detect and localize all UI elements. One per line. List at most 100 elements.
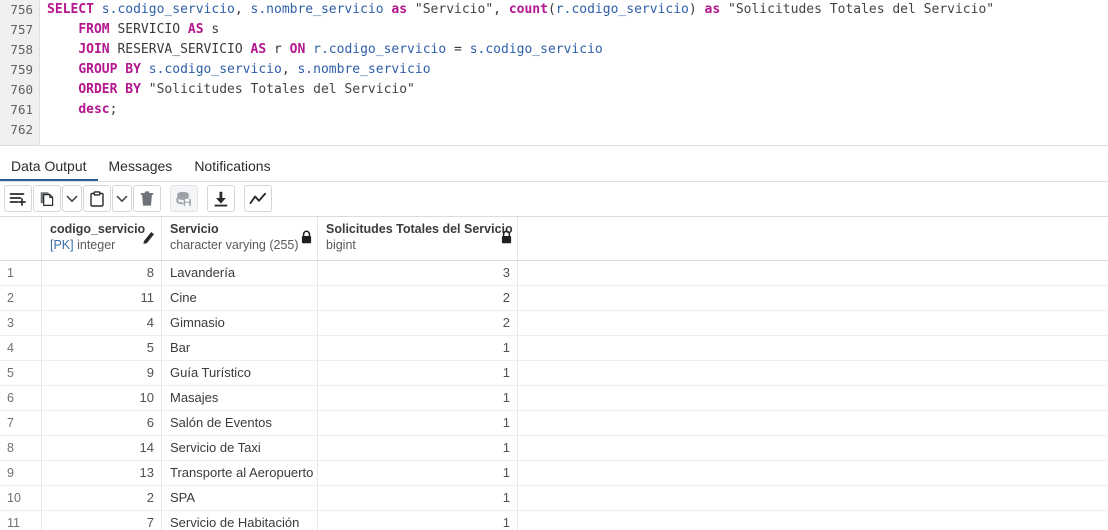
sql-token-kw: BY <box>125 82 141 97</box>
sql-token-kw: as <box>704 2 721 17</box>
cell-codigo-servicio[interactable]: 5 <box>42 336 162 360</box>
cell-solicitudes-totales[interactable]: 1 <box>318 411 518 435</box>
delete-row-button[interactable] <box>133 185 161 212</box>
line-number: 756 <box>10 2 33 17</box>
cell-solicitudes-totales[interactable]: 2 <box>318 311 518 335</box>
data-output-grid[interactable]: codigo_servicio [PK] integer Servicio chara… <box>0 217 1108 530</box>
table-row[interactable]: 7 6 Salón de Eventos 1 <box>0 411 1108 436</box>
cell-servicio[interactable]: Masajes <box>162 386 318 410</box>
sql-token-punc: ) <box>688 2 697 17</box>
table-row[interactable]: 3 4 Gimnasio 2 <box>0 311 1108 336</box>
cell-solicitudes-totales[interactable]: 1 <box>318 386 518 410</box>
copy-button[interactable] <box>33 185 61 212</box>
sql-token-plain <box>94 2 102 17</box>
sql-token-ident: s.nombre_servicio <box>297 62 431 77</box>
primary-key-marker: [PK] <box>50 238 78 252</box>
cell-solicitudes-totales[interactable]: 1 <box>318 336 518 360</box>
table-row[interactable]: 2 11 Cine 2 <box>0 286 1108 311</box>
column-type-text: character varying (255) <box>170 238 299 252</box>
cell-solicitudes-totales[interactable]: 1 <box>318 461 518 485</box>
panel-splitter[interactable] <box>0 145 1108 152</box>
sql-token-kw: ORDER <box>78 82 118 97</box>
sql-token-plain <box>407 2 415 17</box>
column-name: Servicio <box>170 222 219 236</box>
table-row[interactable]: 8 14 Servicio de Taxi 1 <box>0 436 1108 461</box>
cell-solicitudes-totales[interactable]: 1 <box>318 436 518 460</box>
table-row[interactable]: 6 10 Masajes 1 <box>0 386 1108 411</box>
grid-body[interactable]: 1 8 Lavandería 3 2 11 Cine 2 3 4 Gimnasio 2 4 5 Bar 1 5 9… <box>0 261 1108 530</box>
cell-solicitudes-totales[interactable]: 3 <box>318 261 518 285</box>
copy-options-chevron-down-button[interactable] <box>62 185 82 212</box>
editor-line-number-gutter: 756 757 758 759 760 761 762 <box>0 0 40 145</box>
table-row[interactable]: 10 2 SPA 1 <box>0 486 1108 511</box>
cell-codigo-servicio[interactable]: 14 <box>42 436 162 460</box>
sql-token-punc: ; <box>109 102 118 117</box>
cell-servicio[interactable]: Servicio de Habitación <box>162 511 318 530</box>
cell-servicio[interactable]: Bar <box>162 336 318 360</box>
column-header-Solicitudes Totales del Servicio[interactable]: Solicitudes Totales del Servicio bigint <box>318 217 518 260</box>
cell-codigo-servicio[interactable]: 8 <box>42 261 162 285</box>
cell-codigo-servicio[interactable]: 13 <box>42 461 162 485</box>
table-row[interactable]: 4 5 Bar 1 <box>0 336 1108 361</box>
sql-token-plain <box>141 82 149 97</box>
cell-solicitudes-totales[interactable]: 1 <box>318 361 518 385</box>
sql-token-plain <box>47 82 78 97</box>
editor-code-area[interactable]: SELECT s.codigo_servicio, s.nombre_servi… <box>41 0 1108 145</box>
paste-button[interactable] <box>83 185 111 212</box>
cell-servicio[interactable]: Cine <box>162 286 318 310</box>
cell-codigo-servicio[interactable]: 9 <box>42 361 162 385</box>
cell-codigo-servicio[interactable]: 11 <box>42 286 162 310</box>
sql-token-str: "Solicitudes Totales del Servicio" <box>728 2 995 17</box>
cell-codigo-servicio[interactable]: 2 <box>42 486 162 510</box>
sql-token-kw: AS <box>187 22 204 37</box>
row-number-cell: 7 <box>0 411 42 435</box>
sql-token-kw: FROM <box>78 22 110 37</box>
sql-line: FROM SERVICIO AS s <box>41 20 1108 40</box>
cell-servicio[interactable]: Guía Turístico <box>162 361 318 385</box>
column-header-codigo_servicio[interactable]: codigo_servicio [PK] integer <box>42 217 162 260</box>
tab-messages[interactable]: Messages <box>98 152 184 181</box>
cell-solicitudes-totales[interactable]: 1 <box>318 486 518 510</box>
download-results-button[interactable] <box>207 185 235 212</box>
cell-servicio[interactable]: Lavandería <box>162 261 318 285</box>
sql-token-kw: desc <box>78 102 110 117</box>
row-number-cell: 2 <box>0 286 42 310</box>
cell-codigo-servicio[interactable]: 7 <box>42 511 162 530</box>
sql-line: GROUP BY s.codigo_servicio, s.nombre_ser… <box>41 60 1108 80</box>
cell-solicitudes-totales[interactable]: 2 <box>318 286 518 310</box>
sql-token-ident: s.nombre_servicio <box>250 2 384 17</box>
tab-data-output[interactable]: Data Output <box>0 152 98 181</box>
sql-token-plain: SERVICIO <box>109 22 188 37</box>
table-row[interactable]: 5 9 Guía Turístico 1 <box>0 361 1108 386</box>
row-number-cell: 6 <box>0 386 42 410</box>
cell-codigo-servicio[interactable]: 4 <box>42 311 162 335</box>
column-header-Servicio[interactable]: Servicio character varying (255) <box>162 217 318 260</box>
sql-editor[interactable]: 756 757 758 759 760 761 762 SELECT s.codigo_se… <box>0 0 1108 145</box>
sql-token-punc: ( <box>547 2 556 17</box>
paste-options-chevron-down-button[interactable] <box>112 185 132 212</box>
cell-servicio[interactable]: Servicio de Taxi <box>162 436 318 460</box>
cell-servicio[interactable]: SPA <box>162 486 318 510</box>
line-number: 757 <box>10 22 33 37</box>
graph-visualiser-button[interactable] <box>244 185 272 212</box>
data-output-toolbar <box>0 182 1108 217</box>
row-number-cell: 4 <box>0 336 42 360</box>
column-name: codigo_servicio <box>50 222 146 236</box>
sql-token-kw: BY <box>125 62 141 77</box>
cell-codigo-servicio[interactable]: 10 <box>42 386 162 410</box>
sql-token-plain <box>720 2 728 17</box>
lock-icon <box>501 230 512 249</box>
sql-token-plain: RESERVA_SERVICIO <box>109 42 251 57</box>
cell-servicio[interactable]: Salón de Eventos <box>162 411 318 435</box>
cell-servicio[interactable]: Gimnasio <box>162 311 318 335</box>
cell-solicitudes-totales[interactable]: 1 <box>318 511 518 530</box>
tab-notifications[interactable]: Notifications <box>183 152 281 181</box>
table-row[interactable]: 9 13 Transporte al Aeropuerto 1 <box>0 461 1108 486</box>
table-row[interactable]: 11 7 Servicio de Habitación 1 <box>0 511 1108 530</box>
add-row-button[interactable] <box>4 185 32 212</box>
line-number: 760 <box>10 82 33 97</box>
sql-token-str: "Solicitudes Totales del Servicio" <box>148 82 415 97</box>
cell-codigo-servicio[interactable]: 6 <box>42 411 162 435</box>
table-row[interactable]: 1 8 Lavandería 3 <box>0 261 1108 286</box>
cell-servicio[interactable]: Transporte al Aeropuerto <box>162 461 318 485</box>
